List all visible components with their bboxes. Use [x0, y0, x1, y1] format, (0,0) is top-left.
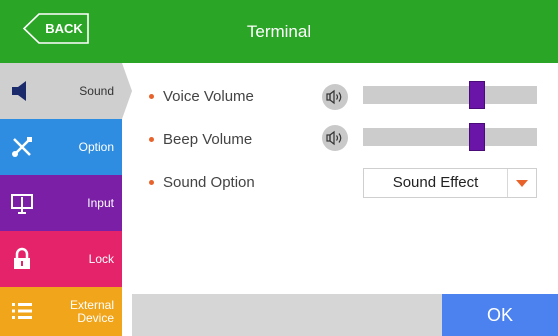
select-divider — [507, 169, 508, 197]
sidebar-item-lock[interactable]: Lock — [0, 231, 122, 287]
sidebar-item-input[interactable]: Input — [0, 175, 122, 231]
beep-volume-label: Beep Volume — [163, 131, 253, 148]
sidebar-item-label: Option — [78, 139, 114, 154]
sound-option-row: Sound Option — [149, 168, 349, 198]
bullet-dot — [149, 94, 154, 99]
page-title: Terminal — [246, 22, 312, 41]
voice-volume-button[interactable] — [322, 84, 348, 110]
beep-volume-button[interactable] — [322, 125, 348, 151]
tools-icon — [10, 135, 34, 159]
voice-volume-label: Voice Volume — [163, 88, 254, 105]
bullet-dot — [149, 180, 154, 185]
sound-option-select[interactable]: Sound Effect — [363, 168, 537, 198]
sidebar: Sound Option Input Lock External Device — [0, 63, 132, 336]
header-bar: BACK Terminal — [0, 0, 558, 63]
bullet-dot — [149, 137, 154, 142]
volume-icon — [326, 89, 342, 105]
active-indicator-arrow — [122, 63, 132, 119]
speaker-icon — [10, 79, 34, 103]
sidebar-item-option[interactable]: Option — [0, 119, 122, 175]
beep-volume-slider-thumb[interactable] — [469, 123, 485, 151]
ok-button[interactable]: OK — [442, 294, 558, 336]
volume-icon — [326, 130, 342, 146]
sidebar-item-label: Input — [87, 195, 114, 210]
chevron-down-icon[interactable] — [516, 180, 528, 187]
sidebar-item-external-device[interactable]: External Device — [0, 287, 122, 336]
list-icon — [10, 299, 34, 323]
sidebar-item-sound[interactable]: Sound — [0, 63, 132, 119]
voice-volume-slider-thumb[interactable] — [469, 81, 485, 109]
beep-volume-slider[interactable] — [363, 123, 537, 151]
sound-option-label: Sound Option — [163, 174, 255, 191]
sidebar-item-label: Sound — [79, 83, 114, 98]
footer-bar — [132, 294, 442, 336]
sound-option-value: Sound Effect — [392, 174, 479, 191]
lock-icon — [10, 247, 34, 271]
monitor-icon — [10, 191, 34, 215]
sidebar-item-label: External Device — [69, 297, 114, 325]
sidebar-item-label: Lock — [88, 251, 114, 266]
voice-volume-slider[interactable] — [363, 81, 537, 109]
